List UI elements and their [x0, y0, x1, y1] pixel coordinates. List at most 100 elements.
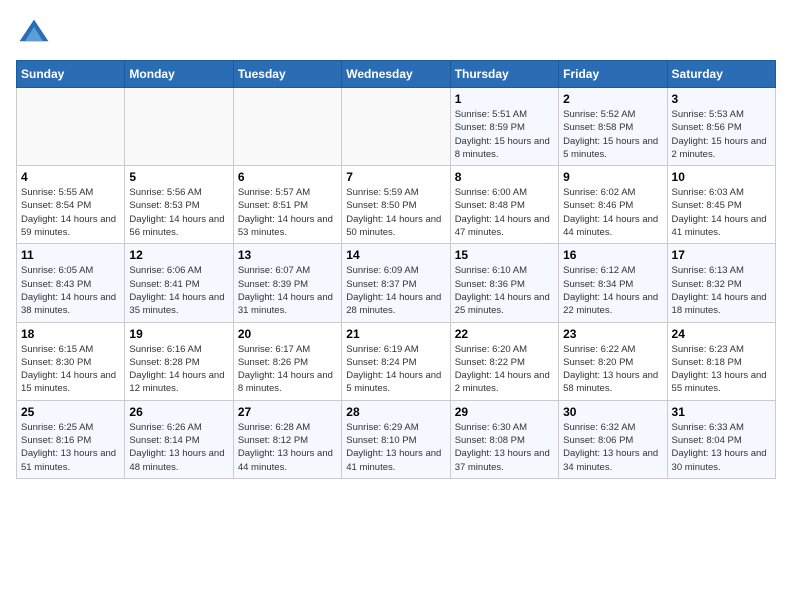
calendar-cell: 19 Sunrise: 6:16 AM Sunset: 8:28 PM Dayli…	[125, 322, 233, 400]
calendar-cell: 16 Sunrise: 6:12 AM Sunset: 8:34 PM Dayli…	[559, 244, 667, 322]
day-info: Sunrise: 6:10 AM Sunset: 8:36 PM Dayligh…	[455, 264, 554, 317]
day-info: Sunrise: 6:17 AM Sunset: 8:26 PM Dayligh…	[238, 343, 337, 396]
day-info: Sunrise: 6:12 AM Sunset: 8:34 PM Dayligh…	[563, 264, 662, 317]
day-info: Sunrise: 6:32 AM Sunset: 8:06 PM Dayligh…	[563, 421, 662, 474]
day-number: 30	[563, 405, 662, 419]
calendar-cell	[342, 88, 450, 166]
logo-icon	[16, 16, 52, 52]
day-info: Sunrise: 5:57 AM Sunset: 8:51 PM Dayligh…	[238, 186, 337, 239]
weekday-header: Wednesday	[342, 61, 450, 88]
day-info: Sunrise: 6:22 AM Sunset: 8:20 PM Dayligh…	[563, 343, 662, 396]
day-number: 14	[346, 248, 445, 262]
day-info: Sunrise: 6:28 AM Sunset: 8:12 PM Dayligh…	[238, 421, 337, 474]
calendar-cell: 2Sunrise: 5:52 AM Sunset: 8:58 PM Daylig…	[559, 88, 667, 166]
day-info: Sunrise: 6:13 AM Sunset: 8:32 PM Dayligh…	[672, 264, 771, 317]
day-info: Sunrise: 6:29 AM Sunset: 8:10 PM Dayligh…	[346, 421, 445, 474]
day-number: 31	[672, 405, 771, 419]
calendar-cell: 27 Sunrise: 6:28 AM Sunset: 8:12 PM Dayli…	[233, 400, 341, 478]
day-number: 9	[563, 170, 662, 184]
day-info: Sunrise: 6:33 AM Sunset: 8:04 PM Dayligh…	[672, 421, 771, 474]
day-info: Sunrise: 6:30 AM Sunset: 8:08 PM Dayligh…	[455, 421, 554, 474]
day-info: Sunrise: 6:19 AM Sunset: 8:24 PM Dayligh…	[346, 343, 445, 396]
calendar-week-row: 18 Sunrise: 6:15 AM Sunset: 8:30 PM Dayli…	[17, 322, 776, 400]
calendar-cell: 12 Sunrise: 6:06 AM Sunset: 8:41 PM Dayli…	[125, 244, 233, 322]
day-info: Sunrise: 5:55 AM Sunset: 8:54 PM Dayligh…	[21, 186, 120, 239]
day-info: Sunrise: 5:51 AM Sunset: 8:59 PM Dayligh…	[455, 108, 554, 161]
day-info: Sunrise: 6:09 AM Sunset: 8:37 PM Dayligh…	[346, 264, 445, 317]
calendar-cell: 15 Sunrise: 6:10 AM Sunset: 8:36 PM Dayli…	[450, 244, 558, 322]
calendar-cell: 22 Sunrise: 6:20 AM Sunset: 8:22 PM Dayli…	[450, 322, 558, 400]
calendar-week-row: 11 Sunrise: 6:05 AM Sunset: 8:43 PM Dayli…	[17, 244, 776, 322]
day-info: Sunrise: 6:02 AM Sunset: 8:46 PM Dayligh…	[563, 186, 662, 239]
calendar-cell: 9 Sunrise: 6:02 AM Sunset: 8:46 PM Daylig…	[559, 166, 667, 244]
calendar-cell: 17 Sunrise: 6:13 AM Sunset: 8:32 PM Dayli…	[667, 244, 775, 322]
calendar-week-row: 25 Sunrise: 6:25 AM Sunset: 8:16 PM Dayli…	[17, 400, 776, 478]
day-info: Sunrise: 6:03 AM Sunset: 8:45 PM Dayligh…	[672, 186, 771, 239]
weekday-row: SundayMondayTuesdayWednesdayThursdayFrid…	[17, 61, 776, 88]
calendar-cell: 21Sunrise: 6:19 AM Sunset: 8:24 PM Dayli…	[342, 322, 450, 400]
calendar-cell: 6Sunrise: 5:57 AM Sunset: 8:51 PM Daylig…	[233, 166, 341, 244]
day-number: 19	[129, 327, 228, 341]
calendar-cell: 20 Sunrise: 6:17 AM Sunset: 8:26 PM Dayli…	[233, 322, 341, 400]
day-number: 24	[672, 327, 771, 341]
day-info: Sunrise: 5:56 AM Sunset: 8:53 PM Dayligh…	[129, 186, 228, 239]
day-number: 3	[672, 92, 771, 106]
day-number: 23	[563, 327, 662, 341]
day-number: 29	[455, 405, 554, 419]
day-info: Sunrise: 6:05 AM Sunset: 8:43 PM Dayligh…	[21, 264, 120, 317]
day-number: 18	[21, 327, 120, 341]
day-number: 15	[455, 248, 554, 262]
calendar-cell: 4 Sunrise: 5:55 AM Sunset: 8:54 PM Daylig…	[17, 166, 125, 244]
day-number: 26	[129, 405, 228, 419]
day-number: 7	[346, 170, 445, 184]
day-info: Sunrise: 6:16 AM Sunset: 8:28 PM Dayligh…	[129, 343, 228, 396]
day-info: Sunrise: 6:00 AM Sunset: 8:48 PM Dayligh…	[455, 186, 554, 239]
calendar-cell: 25 Sunrise: 6:25 AM Sunset: 8:16 PM Dayli…	[17, 400, 125, 478]
day-number: 5	[129, 170, 228, 184]
calendar-week-row: 1 Sunrise: 5:51 AM Sunset: 8:59 PM Daylig…	[17, 88, 776, 166]
page-header	[16, 16, 776, 52]
day-number: 27	[238, 405, 337, 419]
weekday-header: Saturday	[667, 61, 775, 88]
day-number: 17	[672, 248, 771, 262]
weekday-header: Sunday	[17, 61, 125, 88]
day-number: 12	[129, 248, 228, 262]
day-number: 4	[21, 170, 120, 184]
day-number: 2	[563, 92, 662, 106]
day-number: 1	[455, 92, 554, 106]
calendar-cell: 26Sunrise: 6:26 AM Sunset: 8:14 PM Dayli…	[125, 400, 233, 478]
calendar-cell: 11 Sunrise: 6:05 AM Sunset: 8:43 PM Dayli…	[17, 244, 125, 322]
calendar-cell: 7Sunrise: 5:59 AM Sunset: 8:50 PM Daylig…	[342, 166, 450, 244]
calendar-week-row: 4 Sunrise: 5:55 AM Sunset: 8:54 PM Daylig…	[17, 166, 776, 244]
day-number: 25	[21, 405, 120, 419]
day-info: Sunrise: 6:07 AM Sunset: 8:39 PM Dayligh…	[238, 264, 337, 317]
day-number: 22	[455, 327, 554, 341]
calendar-cell: 28 Sunrise: 6:29 AM Sunset: 8:10 PM Dayli…	[342, 400, 450, 478]
calendar-cell	[125, 88, 233, 166]
day-number: 10	[672, 170, 771, 184]
calendar-table: SundayMondayTuesdayWednesdayThursdayFrid…	[16, 60, 776, 479]
day-number: 8	[455, 170, 554, 184]
calendar-cell	[233, 88, 341, 166]
calendar-cell: 13Sunrise: 6:07 AM Sunset: 8:39 PM Dayli…	[233, 244, 341, 322]
calendar-cell: 31 Sunrise: 6:33 AM Sunset: 8:04 PM Dayli…	[667, 400, 775, 478]
calendar-cell: 10 Sunrise: 6:03 AM Sunset: 8:45 PM Dayli…	[667, 166, 775, 244]
day-info: Sunrise: 6:23 AM Sunset: 8:18 PM Dayligh…	[672, 343, 771, 396]
day-info: Sunrise: 6:20 AM Sunset: 8:22 PM Dayligh…	[455, 343, 554, 396]
day-number: 16	[563, 248, 662, 262]
day-info: Sunrise: 6:06 AM Sunset: 8:41 PM Dayligh…	[129, 264, 228, 317]
day-info: Sunrise: 6:25 AM Sunset: 8:16 PM Dayligh…	[21, 421, 120, 474]
calendar-cell: 29 Sunrise: 6:30 AM Sunset: 8:08 PM Dayli…	[450, 400, 558, 478]
calendar-cell: 3 Sunrise: 5:53 AM Sunset: 8:56 PM Daylig…	[667, 88, 775, 166]
calendar-cell: 24 Sunrise: 6:23 AM Sunset: 8:18 PM Dayli…	[667, 322, 775, 400]
day-number: 11	[21, 248, 120, 262]
calendar-header: SundayMondayTuesdayWednesdayThursdayFrid…	[17, 61, 776, 88]
day-number: 28	[346, 405, 445, 419]
calendar-body: 1 Sunrise: 5:51 AM Sunset: 8:59 PM Daylig…	[17, 88, 776, 479]
calendar-cell: 23 Sunrise: 6:22 AM Sunset: 8:20 PM Dayli…	[559, 322, 667, 400]
calendar-cell: 18 Sunrise: 6:15 AM Sunset: 8:30 PM Dayli…	[17, 322, 125, 400]
calendar-cell: 8 Sunrise: 6:00 AM Sunset: 8:48 PM Daylig…	[450, 166, 558, 244]
day-info: Sunrise: 6:15 AM Sunset: 8:30 PM Dayligh…	[21, 343, 120, 396]
day-number: 20	[238, 327, 337, 341]
day-info: Sunrise: 5:53 AM Sunset: 8:56 PM Dayligh…	[672, 108, 771, 161]
